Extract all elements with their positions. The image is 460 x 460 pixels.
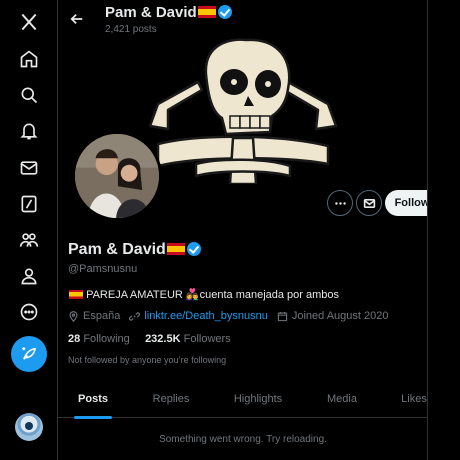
header-title: Pam & David	[105, 4, 232, 21]
followers-label: Followers	[183, 333, 231, 345]
website-item: linktr.ee/Death_bysnusnu	[129, 310, 268, 322]
spain-flag-icon	[69, 290, 83, 299]
profile-banner[interactable]	[138, 34, 348, 184]
side-nav	[0, 0, 58, 460]
bio-rest: cuenta manejada por ambos	[199, 289, 340, 301]
bio-text: PAREJA AMATEUR	[86, 289, 186, 301]
website-link[interactable]: linktr.ee/Death_bysnusnu	[144, 310, 268, 322]
link-icon	[129, 311, 141, 321]
verified-badge-icon	[217, 5, 232, 19]
account-avatar[interactable]	[15, 413, 43, 441]
couple-emoji: 👩‍❤️‍👨	[185, 289, 200, 301]
profile-handle: @Pamsnusnu	[68, 263, 138, 275]
tab-posts[interactable]: Posts	[58, 380, 128, 419]
compose-button[interactable]	[11, 336, 47, 372]
location-item: España	[68, 310, 120, 322]
message-button[interactable]	[356, 190, 382, 216]
tab-likes[interactable]: Likes	[388, 380, 427, 418]
tab-posts-label: Posts	[78, 393, 108, 405]
tab-likes-label: Likes	[401, 393, 427, 405]
calendar-icon	[277, 311, 288, 321]
x-logo-icon[interactable]	[11, 4, 47, 40]
verified-badge-icon	[186, 242, 201, 256]
location-pin-icon	[69, 310, 78, 322]
notifications-icon[interactable]	[11, 113, 47, 149]
not-followed-note: Not followed by anyone you’re following	[68, 355, 227, 365]
follow-stats: 28 Following 232.5K Followers	[68, 333, 231, 345]
back-arrow-icon[interactable]	[66, 8, 88, 30]
tab-media-label: Media	[327, 393, 357, 405]
tab-replies-label: Replies	[152, 393, 190, 405]
joined-text: Joined August 2020	[291, 310, 389, 322]
messages-icon[interactable]	[11, 150, 47, 186]
followers-link[interactable]: 232.5K Followers	[145, 333, 231, 345]
tab-replies[interactable]: Replies	[138, 380, 204, 418]
profile-bio: PAREJA AMATEUR 👩‍❤️‍👨cuenta manejada por…	[68, 288, 339, 301]
tab-highlights[interactable]: Highlights	[220, 380, 296, 418]
location-text: España	[83, 310, 121, 322]
spain-flag-icon	[197, 6, 216, 18]
error-message: Something went wrong. Try reloading.	[159, 434, 327, 445]
compose-feather-icon	[22, 347, 36, 360]
profile-column: Pam & David 2,421 posts Follow Pam & Dav…	[58, 0, 428, 460]
more-dots-icon	[334, 201, 346, 205]
more-icon[interactable]	[11, 294, 47, 330]
joined-item: Joined August 2020	[277, 310, 389, 322]
profile-icon[interactable]	[11, 258, 47, 294]
more-options-button[interactable]	[327, 190, 353, 216]
spain-flag-icon	[166, 243, 185, 255]
following-count: 28	[68, 333, 81, 345]
tab-media[interactable]: Media	[312, 380, 372, 418]
grok-icon[interactable]	[11, 186, 47, 222]
profile-tabs: Posts Replies Highlights Media Likes	[58, 380, 427, 419]
followers-count: 232.5K	[145, 333, 181, 345]
profile-avatar[interactable]	[72, 131, 162, 221]
profile-meta: España linktr.ee/Death_bysnusnu Joined A…	[68, 310, 388, 322]
following-link[interactable]: 28 Following	[68, 333, 130, 345]
tab-highlights-label: Highlights	[233, 393, 283, 405]
header-name: Pam & David	[105, 4, 197, 21]
home-icon[interactable]	[11, 41, 47, 77]
active-tab-indicator	[74, 416, 112, 419]
follow-button[interactable]: Follow	[385, 190, 427, 216]
profile-name-row: Pam & David	[68, 241, 201, 259]
following-label: Following	[83, 333, 130, 345]
envelope-icon	[363, 198, 375, 208]
search-icon[interactable]	[11, 77, 47, 113]
communities-icon[interactable]	[11, 222, 47, 258]
profile-name: Pam & David	[68, 241, 166, 258]
